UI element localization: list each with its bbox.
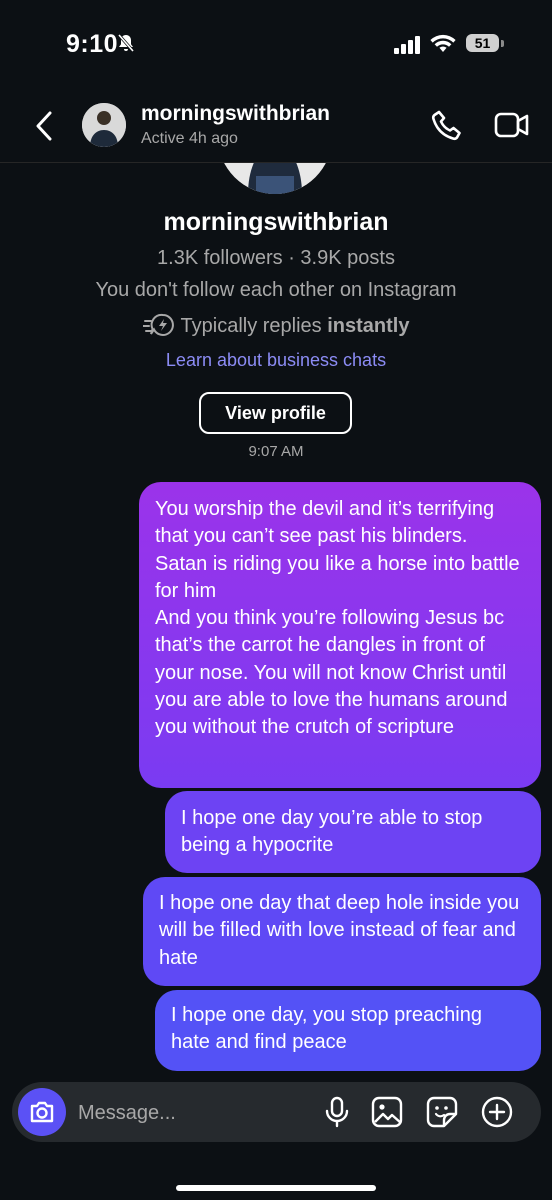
sent-message-bubble[interactable]: I hope one day that deep hole inside you…: [143, 877, 541, 986]
chat-header: morningswithbrian Active 4h ago: [0, 90, 552, 163]
profile-username: morningswithbrian: [163, 208, 389, 236]
microphone-icon: [325, 1096, 349, 1128]
gallery-button[interactable]: [370, 1095, 404, 1129]
sent-message-bubble[interactable]: I hope one day, you stop preaching hate …: [155, 990, 541, 1071]
header-username[interactable]: morningswithbrian: [141, 102, 330, 126]
plus-circle-icon: [481, 1096, 513, 1128]
phone-icon: [431, 110, 461, 141]
wifi-icon: [430, 34, 456, 59]
sent-message-bubble[interactable]: I hope one day you’re able to stop being…: [165, 791, 541, 873]
voice-message-button[interactable]: [320, 1095, 354, 1129]
message-text: I hope one day that deep hole inside you…: [159, 892, 520, 969]
home-indicator[interactable]: [176, 1185, 376, 1191]
message-text: And you think you’re following Jesus bc …: [155, 607, 508, 739]
sticker-icon: [426, 1096, 458, 1128]
battery-level: 51: [474, 35, 491, 51]
sent-message-bubble[interactable]: You worship the devil and it’s terrifyin…: [139, 482, 541, 788]
avatar[interactable]: [82, 103, 126, 147]
follow-status: You don't follow each other on Instagram: [95, 279, 457, 301]
reply-speed-label: Typically replies: [180, 315, 328, 337]
reply-speed: Typically replies instantly: [0, 313, 552, 343]
camera-icon: [30, 1101, 54, 1123]
status-time: 9:10: [66, 30, 119, 58]
message-text: I hope one day you’re able to stop being…: [181, 807, 483, 857]
profile-stats: 1.3K followers · 3.9K posts: [157, 247, 395, 269]
chevron-left-icon: [36, 111, 52, 141]
video-call-button[interactable]: [494, 108, 530, 147]
message-composer: [12, 1082, 541, 1142]
message-timestamp: 9:07 AM: [248, 443, 304, 460]
camera-button[interactable]: [18, 1088, 66, 1136]
video-camera-icon: [494, 112, 529, 138]
view-profile-button[interactable]: View profile: [199, 392, 352, 434]
status-bar: 9:10 51: [0, 0, 552, 90]
message-input[interactable]: [76, 1093, 310, 1133]
battery-icon: 51: [466, 34, 504, 54]
message-text: You worship the devil and it’s terrifyin…: [155, 498, 520, 602]
sticker-button[interactable]: [425, 1095, 459, 1129]
audio-call-button[interactable]: [430, 108, 464, 147]
cellular-signal-icon: [394, 36, 422, 59]
header-activity-status: Active 4h ago: [141, 130, 238, 147]
learn-business-chats-link[interactable]: Learn about business chats: [0, 350, 552, 371]
image-icon: [371, 1096, 403, 1128]
reply-speed-value: instantly: [327, 315, 410, 337]
fast-reply-icon: [141, 313, 175, 343]
more-options-button[interactable]: [480, 1095, 514, 1129]
back-button[interactable]: [30, 108, 60, 144]
silent-bell-icon: [116, 33, 136, 58]
message-text: I hope one day, you stop preaching hate …: [171, 1004, 482, 1054]
